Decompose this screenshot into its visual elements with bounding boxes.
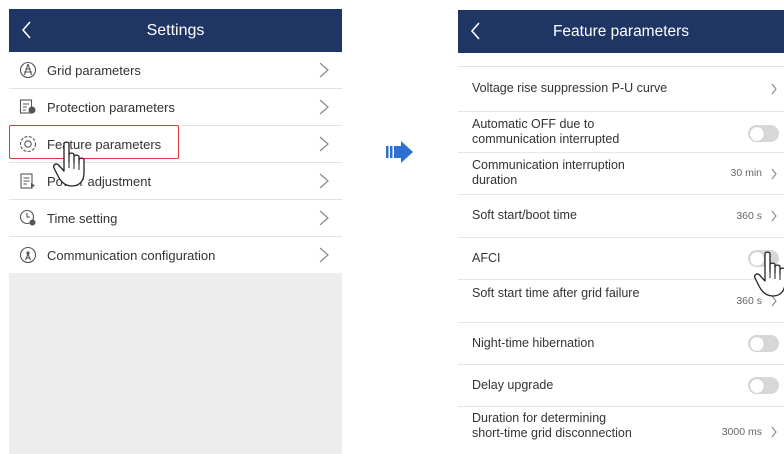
chevron-right-icon — [771, 168, 777, 180]
chevron-right-icon — [319, 247, 329, 263]
row-label: Voltage rise suppression P-U curve — [472, 81, 668, 95]
row-value: 3000 ms — [721, 426, 762, 438]
row-label: Delay upgrade — [472, 378, 554, 392]
row-label: Duration for determining short-time grid… — [472, 411, 632, 440]
menu-item-communication-configuration[interactable]: Communication configuration — [9, 237, 342, 273]
row-label: Soft start/boot time — [472, 208, 577, 222]
list-item-communication-interruption-duration[interactable]: Communication interruption duration 30 m… — [458, 153, 784, 195]
page-title: Settings — [146, 22, 205, 39]
list-item-short-time-grid-disconnection[interactable]: Duration for determining short-time grid… — [458, 407, 784, 454]
night-time-hibernation-toggle[interactable] — [748, 335, 779, 352]
list-item-delay-upgrade: Delay upgrade — [458, 365, 784, 407]
list-item-soft-start-boot-time[interactable]: Soft start/boot time 360 s — [458, 195, 784, 238]
row-label: Automatic OFF due to communication inter… — [472, 117, 620, 146]
delay-upgrade-toggle[interactable] — [748, 377, 779, 394]
feature-header: Feature parameters — [458, 10, 784, 53]
list-item-afci: AFCI — [458, 238, 784, 280]
chevron-right-icon — [319, 99, 329, 115]
menu-item-label: Communication configuration — [47, 247, 216, 263]
settings-header: Settings — [9, 9, 342, 52]
pointing-hand-icon — [754, 251, 784, 297]
chevron-right-icon — [319, 210, 329, 226]
list-item-automatic-off: Automatic OFF due to communication inter… — [458, 112, 784, 153]
grid-icon — [18, 60, 38, 80]
row-label: AFCI — [472, 251, 501, 265]
list-item-soft-start-after-grid-failure[interactable]: Soft start time after grid failure 360 s — [458, 280, 784, 323]
power-adjustment-icon — [18, 171, 38, 191]
menu-item-grid-parameters[interactable]: Grid parameters — [9, 52, 342, 89]
chevron-right-icon — [319, 62, 329, 78]
menu-item-time-setting[interactable]: Time setting — [9, 200, 342, 237]
list-item-night-time-hibernation: Night-time hibernation — [458, 323, 784, 365]
automatic-off-toggle[interactable] — [748, 125, 779, 142]
selection-highlight — [9, 125, 179, 159]
row-label: Soft start time after grid failure — [472, 286, 640, 300]
row-value: 360 s — [736, 210, 762, 222]
menu-item-label: Grid parameters — [47, 62, 141, 78]
list-item-voltage-rise-suppression[interactable]: Voltage rise suppression P-U curve — [458, 67, 784, 112]
menu-item-label: Time setting — [47, 210, 118, 226]
row-label: Communication interruption duration — [472, 158, 625, 187]
time-icon — [18, 208, 38, 228]
row-value: 30 min — [730, 167, 762, 179]
chevron-right-icon — [771, 210, 777, 222]
page-title: Feature parameters — [552, 23, 690, 40]
row-label: Night-time hibernation — [472, 336, 595, 350]
chevron-right-icon — [771, 83, 777, 95]
settings-screen: Settings Grid parameters Protection para… — [9, 9, 342, 454]
chevron-right-icon — [771, 426, 777, 438]
chevron-right-icon — [319, 136, 329, 152]
pointing-hand-icon — [53, 141, 85, 187]
protection-icon — [18, 97, 38, 117]
feature-parameter-list: Voltage rise suppression P-U curve Autom… — [458, 66, 784, 454]
communication-icon — [18, 245, 38, 265]
transition-arrow-icon — [386, 141, 413, 163]
menu-item-protection-parameters[interactable]: Protection parameters — [9, 89, 342, 126]
menu-item-label: Protection parameters — [47, 99, 175, 115]
feature-parameters-screen: Feature parameters Voltage rise suppress… — [458, 10, 784, 454]
chevron-right-icon — [319, 173, 329, 189]
